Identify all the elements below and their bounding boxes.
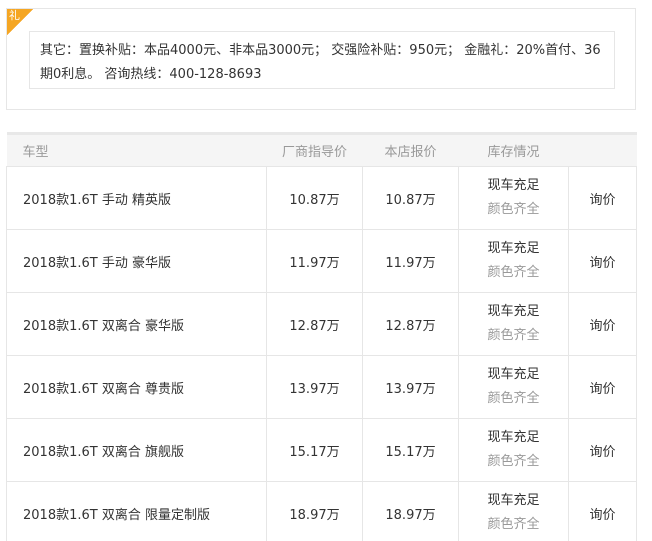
color-status: 颜色齐全 xyxy=(487,517,540,532)
cell-model: 2018款1.6T 双离合 豪华版 xyxy=(6,292,267,356)
inquiry-button[interactable]: 询价 xyxy=(568,229,637,293)
cell-stock: 现车充足 颜色齐全 xyxy=(458,229,569,293)
cell-msrp: 11.97万 xyxy=(266,229,363,293)
cell-msrp: 18.97万 xyxy=(266,481,363,541)
cell-stock: 现车充足 颜色齐全 xyxy=(458,292,569,356)
cell-model: 2018款1.6T 双离合 限量定制版 xyxy=(6,481,267,541)
color-status: 颜色齐全 xyxy=(487,202,540,217)
promo-text: 其它：置换补贴：本品4000元、非本品3000元； 交强险补贴：950元； 金融… xyxy=(29,31,615,89)
cell-model: 2018款1.6T 双离合 尊贵版 xyxy=(6,355,267,419)
cell-dealer-price: 10.87万 xyxy=(362,166,459,230)
color-status: 颜色齐全 xyxy=(487,454,540,469)
cell-msrp: 12.87万 xyxy=(266,292,363,356)
inquiry-button[interactable]: 询价 xyxy=(568,166,637,230)
table-row: 2018款1.6T 双离合 旗舰版 15.17万 15.17万 现车充足 颜色齐全 询价 xyxy=(6,418,637,482)
cell-msrp: 13.97万 xyxy=(266,355,363,419)
inquiry-button[interactable]: 询价 xyxy=(568,292,637,356)
cell-dealer-price: 15.17万 xyxy=(362,418,459,482)
inquiry-button[interactable]: 询价 xyxy=(568,355,637,419)
stock-status: 现车充足 xyxy=(487,493,540,508)
color-status: 颜色齐全 xyxy=(487,328,540,343)
promo-box: 礼 其它：置换补贴：本品4000元、非本品3000元； 交强险补贴：950元； … xyxy=(6,8,636,110)
header-action xyxy=(568,133,637,167)
table-row: 2018款1.6T 双离合 限量定制版 18.97万 18.97万 现车充足 颜色齐全询… xyxy=(6,481,637,541)
price-table: 车型 厂商指导价 本店报价 库存情况 2018款1.6T 手动 精英版 10.87… xyxy=(6,132,637,541)
cell-dealer-price: 13.97万 xyxy=(362,355,459,419)
inquiry-button[interactable]: 询价 xyxy=(568,418,637,482)
header-model: 车型 xyxy=(6,133,267,167)
table-row: 2018款1.6T 手动 精英版 10.87万 10.87万 现车充足 颜色齐全 询价 xyxy=(6,166,637,230)
gift-badge-label: 礼 xyxy=(9,9,20,22)
header-dealer-price: 本店报价 xyxy=(362,133,459,167)
color-status: 颜色齐全 xyxy=(487,391,540,406)
cell-model: 2018款1.6T 双离合 旗舰版 xyxy=(6,418,267,482)
header-stock: 库存情况 xyxy=(458,133,569,167)
header-msrp: 厂商指导价 xyxy=(266,133,363,167)
cell-dealer-price: 12.87万 xyxy=(362,292,459,356)
stock-status: 现车充足 xyxy=(487,304,540,319)
cell-stock: 现车充足 颜色齐全 xyxy=(458,481,569,541)
cell-model: 2018款1.6T 手动 豪华版 xyxy=(6,229,267,293)
stock-status: 现车充足 xyxy=(487,241,540,256)
table-row: 2018款1.6T 双离合 豪华版 12.87万 12.87万 现车充足 颜色齐全 询价 xyxy=(6,292,637,356)
cell-stock: 现车充足 颜色齐全 xyxy=(458,355,569,419)
stock-status: 现车充足 xyxy=(487,430,540,445)
table-header-row: 车型 厂商指导价 本店报价 库存情况 xyxy=(6,133,637,167)
color-status: 颜色齐全 xyxy=(487,265,540,280)
cell-stock: 现车充足 颜色齐全 xyxy=(458,166,569,230)
cell-msrp: 10.87万 xyxy=(266,166,363,230)
cell-model: 2018款1.6T 手动 精英版 xyxy=(6,166,267,230)
table-row: 2018款1.6T 手动 豪华版 11.97万 11.97万 现车充足 颜色齐全 询价 xyxy=(6,229,637,293)
stock-status: 现车充足 xyxy=(487,367,540,382)
cell-dealer-price: 11.97万 xyxy=(362,229,459,293)
cell-msrp: 15.17万 xyxy=(266,418,363,482)
inquiry-button[interactable]: 询价 xyxy=(568,481,637,541)
cell-dealer-price: 18.97万 xyxy=(362,481,459,541)
cell-stock: 现车充足 颜色齐全 xyxy=(458,418,569,482)
stock-status: 现车充足 xyxy=(487,178,540,193)
table-row: 2018款1.6T 双离合 尊贵版 13.97万 13.97万 现车充足 颜色齐全 询价 xyxy=(6,355,637,419)
